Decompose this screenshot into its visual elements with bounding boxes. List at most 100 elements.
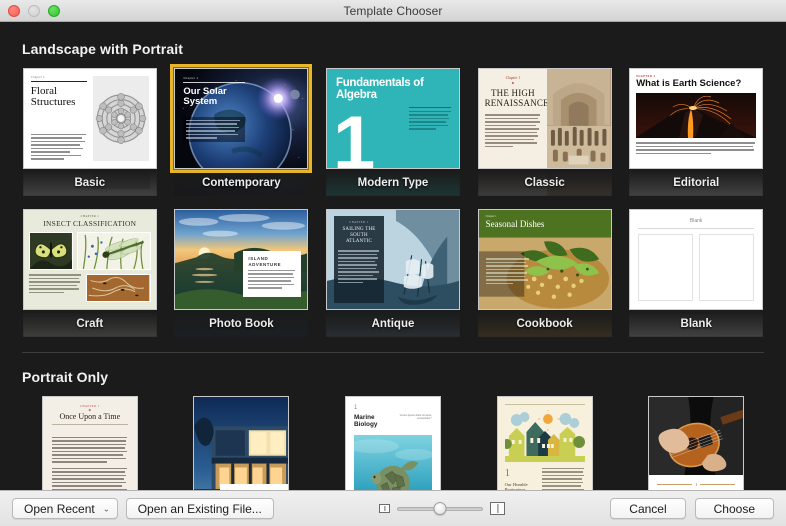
- template-label-craft: Craft: [76, 318, 104, 330]
- template-item-photo-book[interactable]: ISLAND ADVENTURE Photo Book: [174, 209, 310, 340]
- template-thumbnail-photo-book[interactable]: ISLAND ADVENTURE: [174, 209, 309, 310]
- preview-body-text: [28, 274, 83, 302]
- template-item-craft[interactable]: CHAPTER 1 INSECT CLASSIFICATION Craft: [22, 209, 158, 340]
- thumbnail-wrap: ISLAND ADVENTURE: [174, 209, 310, 310]
- template-item-sustainable-design[interactable]: 1 SUSTAINABLE DESIGN: [174, 396, 310, 490]
- thumbnail-size-slider-group[interactable]: [379, 502, 506, 516]
- preview-title: SAILING THE SOUTH ATLANTIC: [342, 227, 376, 244]
- preview-body-text-2: [51, 467, 128, 490]
- template-label-contemporary: Contemporary: [202, 177, 281, 189]
- thumbnail-wrap: Chapter 1 ✽ THE HIGH RENAISSANCE: [477, 68, 613, 169]
- chevron-down-icon: ⌄: [103, 504, 110, 513]
- preview-chapter-number: 1: [332, 101, 376, 169]
- template-item-antique[interactable]: CHAPTER 1 SAILING THE SOUTH ATLANTIC Ant…: [325, 209, 461, 340]
- preview-image-town-illustration: [504, 409, 585, 462]
- template-thumbnail-antique[interactable]: CHAPTER 1 SAILING THE SOUTH ATLANTIC: [325, 209, 460, 310]
- open-recent-popup-button[interactable]: Open Recent ⌄: [12, 498, 118, 519]
- template-thumbnail-editorial[interactable]: CHAPTER 1 What is Earth Science?: [629, 68, 764, 169]
- small-thumbnail-icon[interactable]: [379, 504, 391, 513]
- thumbnail-wrap: Fundamentals of Algebra 1: [325, 68, 461, 169]
- template-item-basic[interactable]: Chapter 1 Floral Structures Basic: [22, 68, 158, 199]
- preview-body-text: [485, 258, 530, 284]
- template-item-classic[interactable]: Chapter 1 ✽ THE HIGH RENAISSANCE Classic: [477, 68, 613, 199]
- template-item-life-on-the-road[interactable]: 1 LIFE ON THE ROAD: [628, 396, 764, 490]
- preview-kicker: CHAPTER 1: [80, 215, 100, 218]
- template-label-modern-type: Modern Type: [357, 177, 429, 189]
- template-thumbnail-once-upon-a-time[interactable]: CHAPTER 1 ✽ Once Upon a Time: [41, 396, 138, 490]
- preview-caption-card: ISLAND ADVENTURE: [243, 251, 302, 298]
- minimize-button-icon[interactable]: [28, 4, 40, 17]
- preview-title: INSECT CLASSIFICATION: [43, 219, 137, 228]
- template-thumbnail-contemporary[interactable]: Chapter 1 Our Solar System: [170, 64, 313, 173]
- section-heading-portrait: Portrait Only: [22, 369, 109, 385]
- template-label-blank: Blank: [680, 318, 712, 330]
- preview-image-sea-turtle: [353, 435, 432, 490]
- close-button-icon[interactable]: [8, 4, 20, 17]
- preview-chapter-number: 1: [353, 405, 358, 411]
- template-item-marine-biology[interactable]: 1 Marine Biology “Lorem ipsum dolor sit …: [325, 396, 461, 490]
- window-title: Template Chooser: [343, 3, 443, 18]
- zoom-button-icon[interactable]: [48, 4, 60, 17]
- template-scroll-area[interactable]: Landscape with Portrait Chapter 1 Floral…: [0, 22, 786, 490]
- thumbnail-size-slider[interactable]: [397, 502, 484, 516]
- template-label-cookbook: Cookbook: [516, 318, 573, 330]
- preview-chapter-number: 1: [504, 466, 511, 479]
- template-item-cookbook[interactable]: Chapter 1 Seasonal Dishes Cookbook: [477, 209, 613, 340]
- open-existing-file-button[interactable]: Open an Existing File...: [125, 498, 274, 519]
- template-thumbnail-sustainable-design[interactable]: 1 SUSTAINABLE DESIGN: [193, 396, 290, 490]
- template-thumbnail-cookbook[interactable]: Chapter 1 Seasonal Dishes: [477, 209, 612, 310]
- template-chooser-window: Template Chooser Landscape with Portrait…: [0, 0, 786, 526]
- template-thumbnail-basic[interactable]: Chapter 1 Floral Structures: [22, 68, 157, 169]
- preview-image-volcano: [636, 93, 757, 138]
- template-item-blank[interactable]: Blank Blank: [628, 209, 764, 340]
- preview-title: Our Solar System: [183, 85, 227, 108]
- template-thumbnail-blank[interactable]: Blank: [629, 209, 764, 310]
- preview-title: Our Humble Beginnings: [504, 481, 528, 490]
- preview-image-dahlia: [92, 76, 149, 161]
- template-thumbnail-craft[interactable]: CHAPTER 1 INSECT CLASSIFICATION: [22, 209, 157, 310]
- preview-kicker: Chapter 1: [183, 77, 199, 80]
- slider-knob[interactable]: [433, 502, 447, 515]
- preview-kicker: Chapter 1: [505, 76, 521, 80]
- thumbnail-wrap: Chapter 1 Floral Structures: [22, 68, 158, 169]
- section-heading-landscape: Landscape with Portrait: [22, 41, 183, 57]
- preview-kicker: 1: [226, 489, 282, 490]
- template-thumbnail-modern-type[interactable]: Fundamentals of Algebra 1: [325, 68, 460, 169]
- template-item-our-humble-beginnings[interactable]: 1 Our Humble Beginnings: [477, 396, 613, 490]
- large-thumbnail-icon[interactable]: [490, 502, 506, 515]
- preview-column-right: [699, 234, 755, 301]
- preview-title: THE HIGH RENAISSANCE: [484, 88, 549, 108]
- template-grid-portrait: CHAPTER 1 ✽ Once Upon a Time 1 Marine Bi…: [22, 396, 764, 490]
- preview-title: Seasonal Dishes: [485, 219, 545, 229]
- preview-title: Floral Structures: [30, 84, 76, 108]
- preview-title: What is Earth Science?: [636, 78, 742, 89]
- preview-body-text: [30, 133, 87, 160]
- preview-divider-number: 1: [695, 482, 698, 487]
- template-item-contemporary[interactable]: Chapter 1 Our Solar System Contemporary: [170, 64, 313, 199]
- preview-image-butterfly: [28, 232, 73, 270]
- template-grid-landscape-row1: Chapter 1 Floral Structures Basic Chapte…: [22, 64, 764, 199]
- template-item-editorial[interactable]: CHAPTER 1 What is Earth Science? Editori…: [628, 68, 764, 199]
- preview-title: Marine Biology: [353, 414, 378, 428]
- thumbnail-wrap: CHAPTER 1 ✽ Once Upon a Time: [22, 396, 158, 490]
- template-label-classic: Classic: [524, 177, 565, 189]
- preview-image-school-of-athens: [547, 69, 611, 168]
- template-thumbnail-classic[interactable]: Chapter 1 ✽ THE HIGH RENAISSANCE: [477, 68, 612, 169]
- preview-title: Once Upon a Time: [59, 412, 121, 421]
- preview-title: Blank: [638, 218, 755, 229]
- template-item-modern-type[interactable]: Fundamentals of Algebra 1 Modern Type: [325, 68, 461, 199]
- preview-kicker: Chapter 1: [30, 76, 45, 79]
- template-item-once-upon-a-time[interactable]: CHAPTER 1 ✽ Once Upon a Time: [22, 396, 158, 490]
- preview-body-text: [636, 142, 756, 154]
- preview-image-insect-tunnels: [86, 274, 151, 302]
- template-thumbnail-marine-biology[interactable]: 1 Marine Biology “Lorem ipsum dolor sit …: [344, 396, 441, 490]
- template-thumbnail-our-humble-beginnings[interactable]: 1 Our Humble Beginnings: [496, 396, 593, 490]
- cancel-button[interactable]: Cancel: [610, 498, 686, 519]
- template-thumbnail-life-on-the-road[interactable]: 1 LIFE ON THE ROAD: [648, 396, 745, 490]
- choose-button[interactable]: Choose: [694, 498, 775, 519]
- preview-body-text: [541, 467, 585, 490]
- thumbnail-wrap: CHAPTER 1 INSECT CLASSIFICATION: [22, 209, 158, 310]
- preview-body-text: [408, 107, 451, 130]
- preview-title: Fundamentals of Algebra: [335, 77, 424, 101]
- window-titlebar: Template Chooser: [0, 0, 786, 22]
